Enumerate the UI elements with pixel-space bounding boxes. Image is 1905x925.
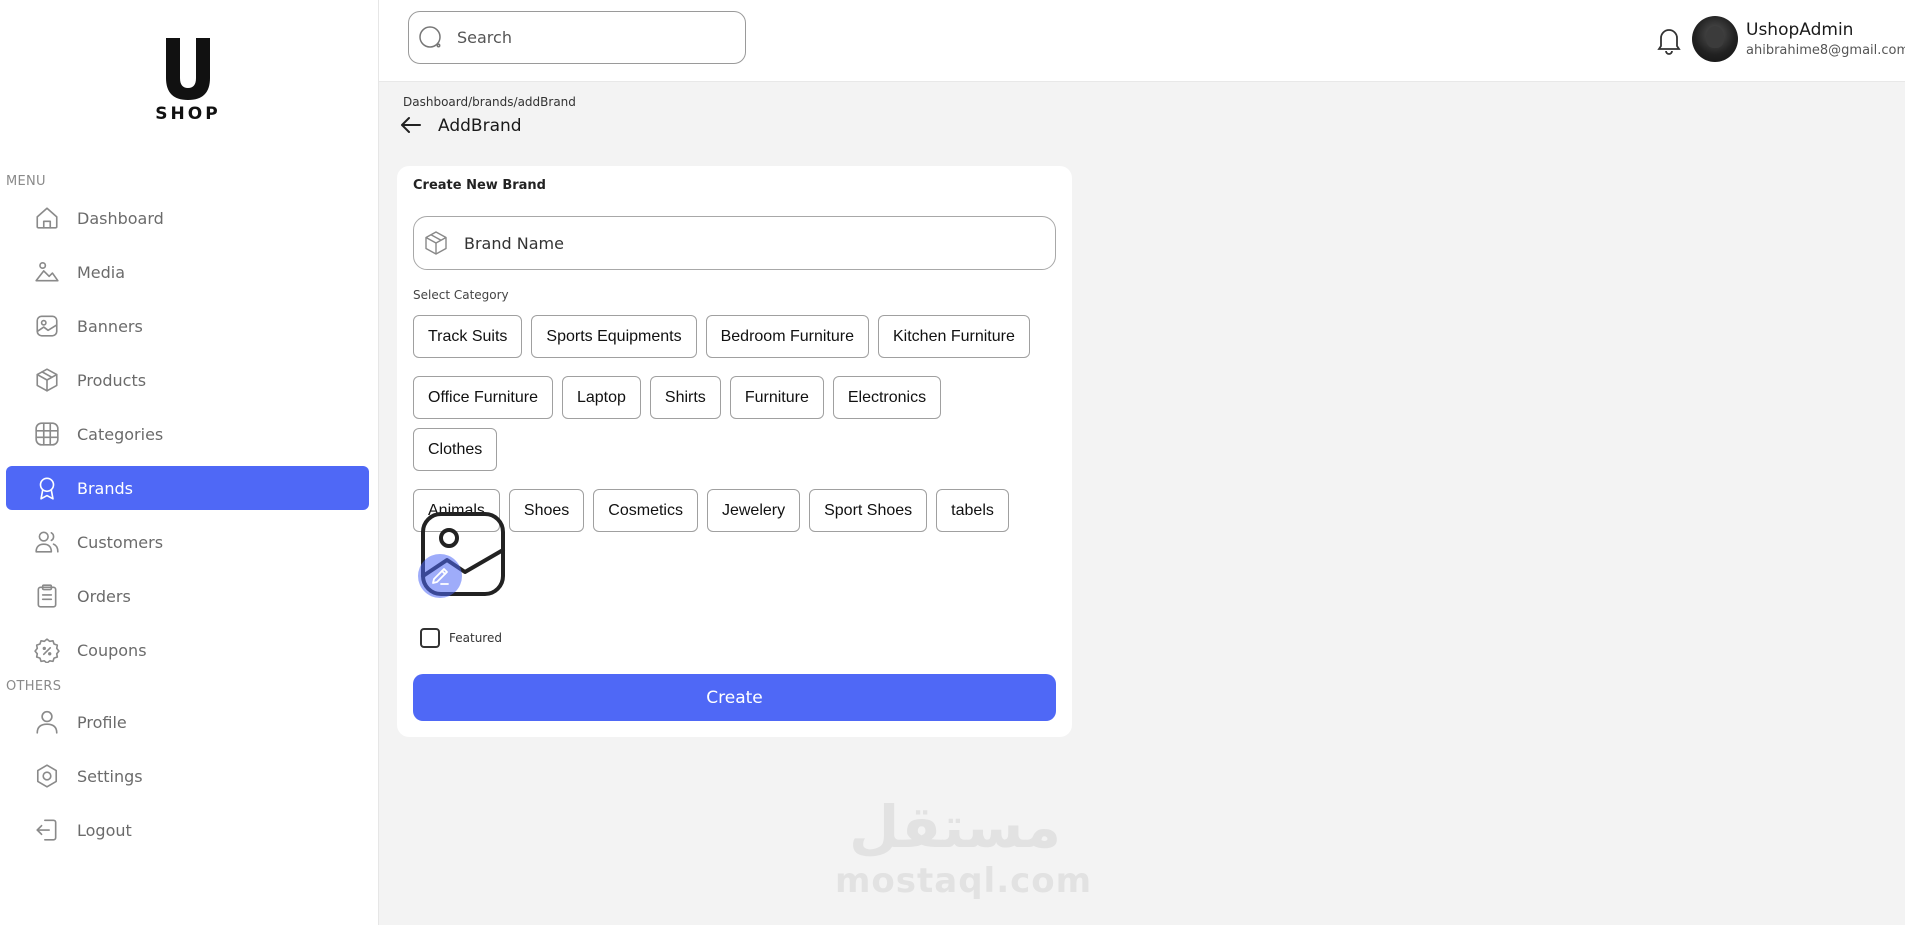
select-category-label: Select Category — [413, 288, 509, 302]
top-header: UshopAdmin ahibrahime8@gmail.com — [379, 0, 1905, 82]
media-icon — [32, 257, 62, 287]
category-chip[interactable]: Electronics — [832, 376, 942, 419]
back-button[interactable] — [400, 114, 422, 136]
sidebar-item-orders[interactable]: Orders — [6, 574, 369, 618]
category-chip[interactable]: Shoes — [508, 489, 585, 532]
category-chip[interactable]: Sport Shoes — [809, 489, 928, 532]
search-box[interactable] — [408, 11, 746, 64]
create-button[interactable]: Create — [413, 674, 1056, 721]
category-chip[interactable]: Kitchen Furniture — [878, 315, 1030, 358]
logout-icon — [32, 815, 62, 845]
search-input[interactable] — [457, 28, 717, 47]
bell-icon — [1657, 29, 1681, 55]
arrow-left-icon — [401, 117, 421, 133]
sidebar-item-profile[interactable]: Profile — [6, 700, 369, 744]
category-chip[interactable]: Clothes — [413, 428, 498, 471]
notification-bell[interactable] — [1655, 25, 1683, 55]
home-icon — [32, 203, 62, 233]
sidebar-item-label: Profile — [77, 712, 127, 732]
grid-icon — [32, 419, 62, 449]
clipboard-icon — [32, 581, 62, 611]
create-brand-card: Create New Brand Select Category Track S… — [397, 166, 1072, 737]
sidebar-item-media[interactable]: Media — [6, 250, 369, 294]
sidebar-item-products[interactable]: Products — [6, 358, 369, 402]
menu-section-label: MENU — [6, 174, 46, 189]
gear-icon — [32, 761, 62, 791]
page-title: AddBrand — [438, 116, 522, 136]
category-chip[interactable]: Cosmetics — [593, 489, 698, 532]
image-icon — [32, 311, 62, 341]
category-chip[interactable]: Shirts — [649, 376, 721, 419]
others-section-label: OTHERS — [6, 679, 62, 694]
shop-logo[interactable]: SHOP — [150, 38, 226, 128]
featured-label: Featured — [449, 631, 502, 645]
sidebar-item-label: Banners — [77, 316, 143, 336]
sidebar-item-brands[interactable]: Brands — [6, 466, 369, 510]
sidebar-item-label: Products — [77, 370, 147, 390]
category-chip[interactable]: Furniture — [729, 376, 824, 419]
category-chip[interactable]: Track Suits — [413, 315, 523, 358]
watermark-english: mostaql.com — [835, 861, 1093, 901]
sidebar-item-label: Settings — [77, 766, 143, 786]
coupon-icon — [32, 635, 62, 665]
sidebar-item-settings[interactable]: Settings — [6, 754, 369, 798]
category-chip[interactable]: Sports Equipments — [531, 315, 697, 358]
breadcrumb: Dashboard/brands/addBrand — [403, 95, 576, 109]
watermark-arabic: مستقل — [848, 793, 1062, 861]
sidebar-item-label: Coupons — [77, 640, 147, 660]
users-icon — [32, 527, 62, 557]
sidebar-item-label: Logout — [77, 820, 132, 840]
award-icon — [32, 473, 62, 503]
watermark: مستقل mostaql.com — [835, 793, 1093, 905]
category-chip-list: Track Suits Sports Equipments Bedroom Fu… — [413, 315, 1033, 532]
sidebar-item-label: Categories — [77, 424, 164, 444]
featured-checkbox[interactable] — [420, 628, 440, 648]
box-icon — [32, 365, 62, 395]
category-chip[interactable]: Bedroom Furniture — [705, 315, 869, 358]
sidebar-item-label: Media — [77, 262, 126, 282]
user-email: ahibrahime8@gmail.com — [1746, 43, 1905, 58]
featured-option[interactable]: Featured — [420, 628, 502, 648]
user-name: UshopAdmin — [1746, 20, 1854, 40]
user-icon — [32, 707, 62, 737]
box-icon — [425, 231, 447, 255]
sidebar-item-customers[interactable]: Customers — [6, 520, 369, 564]
category-chip[interactable]: Office Furniture — [413, 376, 553, 419]
card-title: Create New Brand — [413, 178, 546, 193]
category-chip[interactable]: Laptop — [561, 376, 641, 419]
brand-name-input[interactable] — [464, 233, 1024, 253]
category-chip[interactable]: Jewelery — [706, 489, 801, 532]
sidebar-item-label: Brands — [77, 478, 133, 498]
sidebar: SHOP MENU Dashboard Media Banners Produc… — [0, 0, 379, 925]
logo-text: SHOP — [155, 104, 221, 124]
search-icon — [419, 25, 441, 48]
logo-u-icon — [166, 38, 210, 100]
sidebar-item-coupons[interactable]: Coupons — [6, 628, 369, 672]
sidebar-item-label: Dashboard — [77, 208, 164, 228]
category-chip[interactable]: tabels — [936, 489, 1009, 532]
avatar[interactable] — [1692, 16, 1738, 62]
sidebar-item-categories[interactable]: Categories — [6, 412, 369, 456]
sidebar-item-label: Customers — [77, 532, 164, 552]
brand-name-field[interactable] — [413, 216, 1056, 270]
sidebar-item-banners[interactable]: Banners — [6, 304, 369, 348]
edit-icon — [432, 568, 449, 585]
sidebar-item-label: Orders — [77, 586, 131, 606]
sidebar-item-dashboard[interactable]: Dashboard — [6, 196, 369, 240]
sidebar-item-logout[interactable]: Logout — [6, 808, 369, 852]
edit-image-button[interactable] — [418, 554, 462, 598]
